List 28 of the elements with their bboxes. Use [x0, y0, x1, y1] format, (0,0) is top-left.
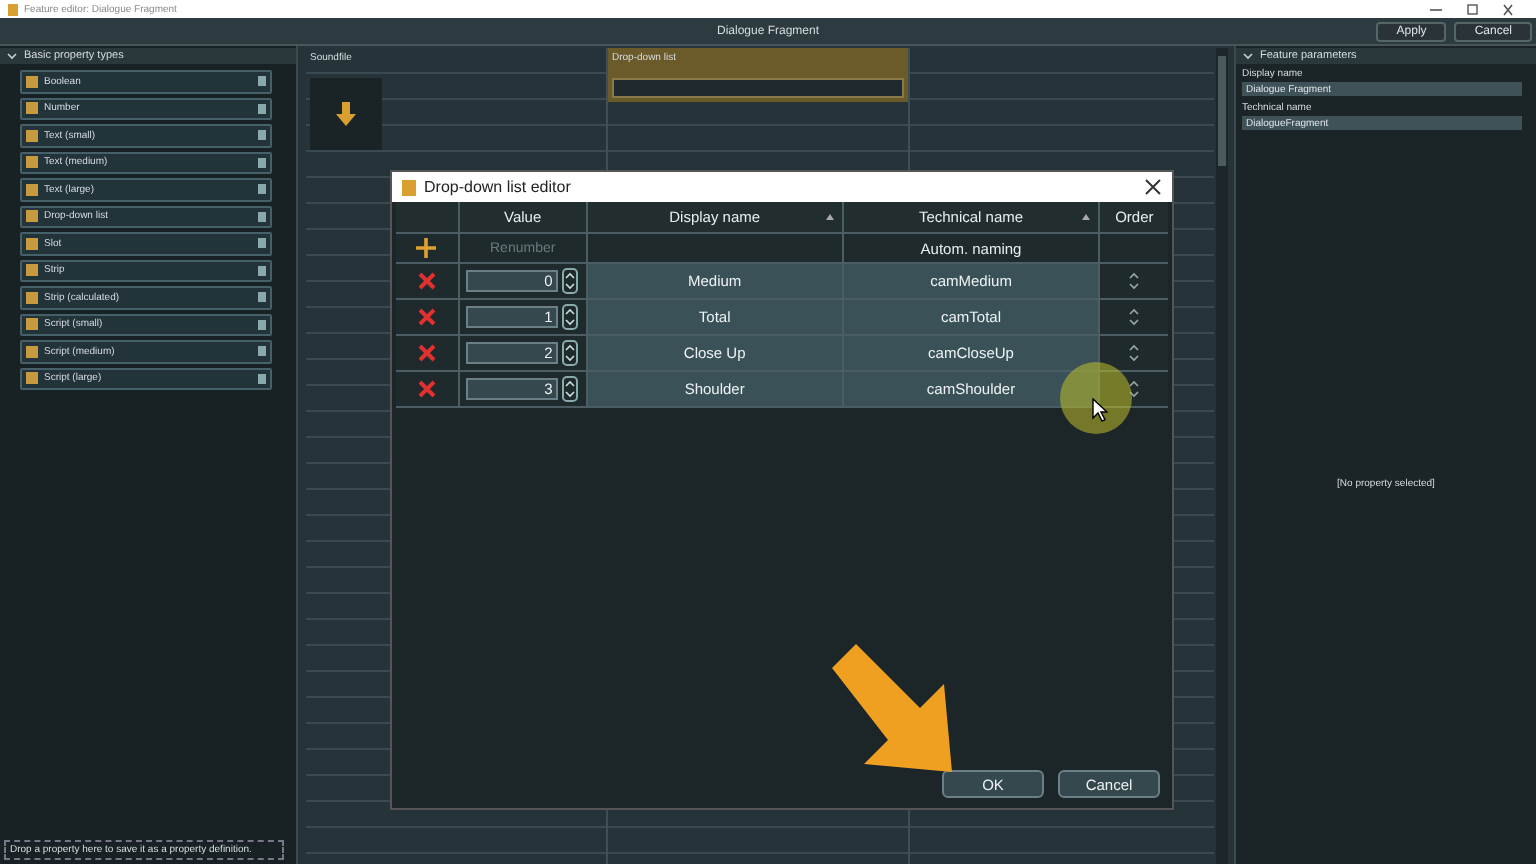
reorder-icon[interactable]: [1128, 378, 1141, 400]
download-arrow-icon: [336, 100, 356, 128]
scrollbar-thumb[interactable]: [1218, 56, 1226, 166]
close-icon[interactable]: [1144, 178, 1162, 196]
mouse-cursor-icon: [1092, 398, 1108, 422]
dialog-title: Drop-down list editor: [424, 178, 571, 196]
folder-icon: [402, 179, 416, 195]
close-icon[interactable]: [1500, 3, 1516, 15]
chevron-icon[interactable]: [6, 52, 18, 60]
reorder-icon[interactable]: [1128, 270, 1141, 292]
delete-icon[interactable]: [417, 272, 436, 290]
spinner-icon[interactable]: [562, 340, 579, 366]
restore-icon[interactable]: [1464, 3, 1480, 15]
delete-icon[interactable]: [417, 308, 436, 326]
spinner-icon[interactable]: [562, 376, 579, 402]
callout-arrow: [832, 644, 952, 772]
reorder-icon[interactable]: [1128, 306, 1141, 328]
add-icon[interactable]: [416, 238, 437, 258]
spinner-icon[interactable]: [562, 304, 579, 330]
delete-icon[interactable]: [417, 344, 436, 362]
app-icon: [8, 3, 18, 15]
delete-icon[interactable]: [417, 380, 436, 398]
cursor-highlight: [1060, 362, 1132, 434]
minimize-icon[interactable]: [1428, 3, 1444, 15]
spinner-icon[interactable]: [562, 268, 579, 294]
dropdown-field[interactable]: [612, 78, 904, 98]
chevron-icon[interactable]: [1242, 52, 1254, 60]
reorder-icon[interactable]: [1128, 342, 1141, 364]
